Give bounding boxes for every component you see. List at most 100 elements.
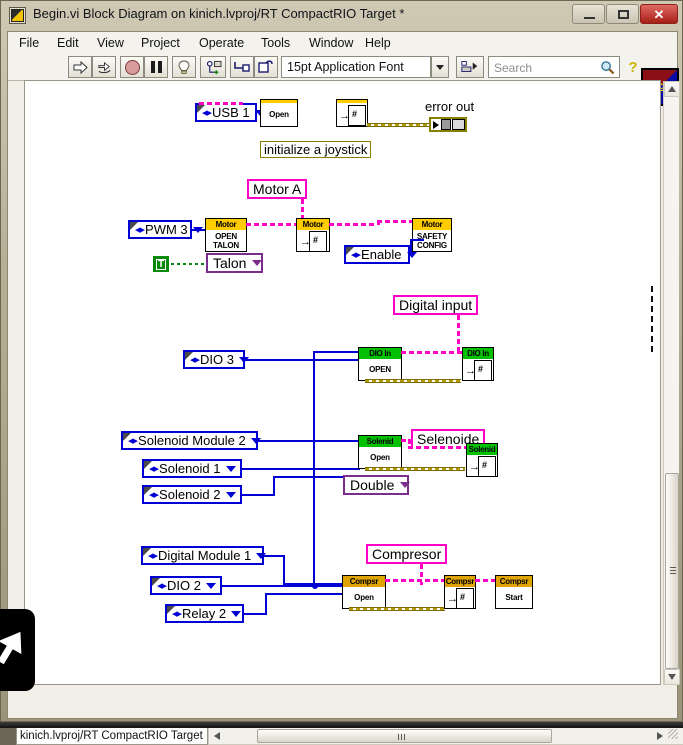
- block-diagram-canvas[interactable]: ◂▸ USB 1 Open → error out: [24, 80, 661, 685]
- node-motor-property[interactable]: Motor →: [296, 218, 330, 252]
- minimize-button[interactable]: [572, 4, 605, 24]
- enum-label: Talon: [213, 255, 246, 271]
- font-dropdown-button[interactable]: [431, 56, 449, 78]
- menu-help[interactable]: Help: [360, 35, 396, 51]
- horizontal-scrollbar-thumb[interactable]: [257, 729, 552, 743]
- constant-double-enum[interactable]: Double: [343, 475, 409, 495]
- node-compressor-start[interactable]: Compsr Start: [495, 575, 533, 609]
- node-joystick-property[interactable]: →: [336, 99, 368, 127]
- align-objects-icon: [460, 60, 480, 74]
- terminal-corner-icon: [197, 105, 205, 113]
- run-button[interactable]: [68, 56, 92, 78]
- terminal-corner-icon: [144, 487, 152, 495]
- search-button[interactable]: [596, 56, 618, 78]
- pause-button[interactable]: [144, 56, 168, 78]
- terminal-solenoid-module-2[interactable]: ◂▸ Solenoid Module 2: [121, 431, 258, 450]
- node-solenoid-open[interactable]: Solenid Open: [358, 435, 402, 469]
- run-continuously-icon: [97, 60, 112, 75]
- chevron-down-icon: [231, 611, 241, 617]
- terminal-digital-module-1[interactable]: ◂▸ Digital Module 1: [141, 546, 264, 565]
- align-objects-button[interactable]: [456, 56, 484, 78]
- close-icon: ✕: [641, 7, 677, 23]
- terminal-corner-icon: [144, 461, 152, 469]
- chevron-down-icon: [226, 466, 236, 472]
- node-compressor-property[interactable]: Compsr →: [444, 575, 476, 609]
- wire: [221, 585, 345, 587]
- font-selector[interactable]: 15pt Application Font: [281, 56, 431, 78]
- wire-refnum: [401, 351, 463, 354]
- wire: [265, 593, 345, 595]
- title-bar[interactable]: Begin.vi Block Diagram on kinich.lvproj/…: [1, 1, 683, 31]
- boolean-constant-label: T: [156, 259, 166, 270]
- horizontal-scrollbar[interactable]: [208, 727, 683, 745]
- menu-tools[interactable]: Tools: [256, 35, 295, 51]
- menu-project[interactable]: Project: [136, 35, 185, 51]
- vertical-scrollbar[interactable]: [663, 81, 679, 685]
- node-body-label: Open: [261, 103, 297, 126]
- light-bulb-icon: [177, 60, 191, 75]
- menu-window[interactable]: Window: [304, 35, 358, 51]
- terminal-pwm-3[interactable]: ◂▸ PWM 3: [128, 220, 192, 239]
- wire-refnum: [385, 579, 445, 582]
- node-dio-property[interactable]: DIO In →: [462, 347, 494, 381]
- menu-view[interactable]: View: [92, 35, 129, 51]
- terminal-solenoid-2[interactable]: ◂▸ Solenoid 2: [142, 485, 242, 504]
- scroll-left-button[interactable]: [209, 728, 225, 744]
- retain-values-icon: [205, 60, 222, 75]
- retain-wire-values-button[interactable]: [200, 56, 226, 78]
- abort-execution-button[interactable]: [120, 56, 144, 78]
- wire-refnum: [377, 220, 413, 223]
- terminal-relay-2[interactable]: ◂▸ Relay 2: [165, 604, 244, 623]
- node-header: DIO In: [463, 348, 493, 359]
- terminal-corner-icon: [167, 606, 175, 614]
- close-button[interactable]: ✕: [640, 4, 678, 24]
- menu-bar: File Edit View Project Operate Tools Win…: [8, 32, 677, 55]
- menu-edit[interactable]: Edit: [52, 35, 84, 51]
- node-header: Solenid: [359, 436, 401, 447]
- scroll-down-button[interactable]: [664, 669, 680, 685]
- scroll-up-button[interactable]: [664, 81, 680, 97]
- run-continuously-button[interactable]: [92, 56, 116, 78]
- node-solenoid-property[interactable]: Solenid →: [466, 443, 498, 477]
- node-dio-open[interactable]: DIO In OPEN: [358, 347, 402, 381]
- step-into-button[interactable]: [230, 56, 254, 78]
- terminal-dio-2[interactable]: ◂▸ DIO 2: [150, 576, 222, 595]
- wire: [244, 359, 360, 361]
- constant-talon-enum[interactable]: Talon: [206, 253, 263, 273]
- node-motor-open[interactable]: Motor OPENTALON: [205, 218, 247, 252]
- wire: [241, 494, 275, 496]
- terminal-solenoid-1[interactable]: ◂▸ Solenoid 1: [142, 459, 242, 478]
- terminal-label: Relay 2: [182, 606, 226, 621]
- maximize-button[interactable]: [606, 4, 639, 24]
- terminal-corner-icon: [152, 578, 160, 586]
- step-into-icon: [234, 60, 250, 74]
- menu-file[interactable]: File: [14, 35, 44, 51]
- node-body: →: [467, 455, 497, 476]
- label-error-out: error out: [425, 99, 474, 114]
- wire: [265, 593, 267, 615]
- wire-error: [365, 467, 465, 471]
- desktop-taskbar: [0, 722, 683, 728]
- node-compressor-open[interactable]: Compsr Open: [342, 575, 386, 609]
- terminal-enable[interactable]: ◂▸ Enable: [344, 245, 410, 264]
- terminal-dio-3[interactable]: ◂▸ DIO 3: [183, 350, 245, 369]
- terminal-usb-1[interactable]: ◂▸ USB 1: [195, 103, 257, 122]
- node-motor-safety-config[interactable]: Motor SAFETYCONFIG: [412, 218, 452, 252]
- menu-operate[interactable]: Operate: [194, 35, 249, 51]
- scroll-right-button[interactable]: [652, 728, 668, 744]
- node-joystick-open[interactable]: Open: [260, 99, 298, 127]
- indicator-error-out[interactable]: [429, 117, 467, 132]
- magnifier-icon: [600, 60, 615, 75]
- chevron-right-icon: [657, 732, 663, 740]
- window-client-area: File Edit View Project Operate Tools Win…: [7, 31, 678, 719]
- highlight-execution-button[interactable]: [172, 56, 196, 78]
- label-motor-a: Motor A: [247, 179, 307, 199]
- node-header: Compsr: [445, 576, 475, 587]
- vertical-scrollbar-thumb[interactable]: [665, 473, 679, 669]
- error-status-box: [441, 119, 451, 130]
- node-header: Motor: [413, 219, 451, 230]
- resize-grip[interactable]: [668, 729, 678, 739]
- step-over-button[interactable]: [254, 56, 278, 78]
- terminal-label: USB 1: [212, 105, 250, 120]
- constant-true-boolean[interactable]: T: [153, 256, 169, 272]
